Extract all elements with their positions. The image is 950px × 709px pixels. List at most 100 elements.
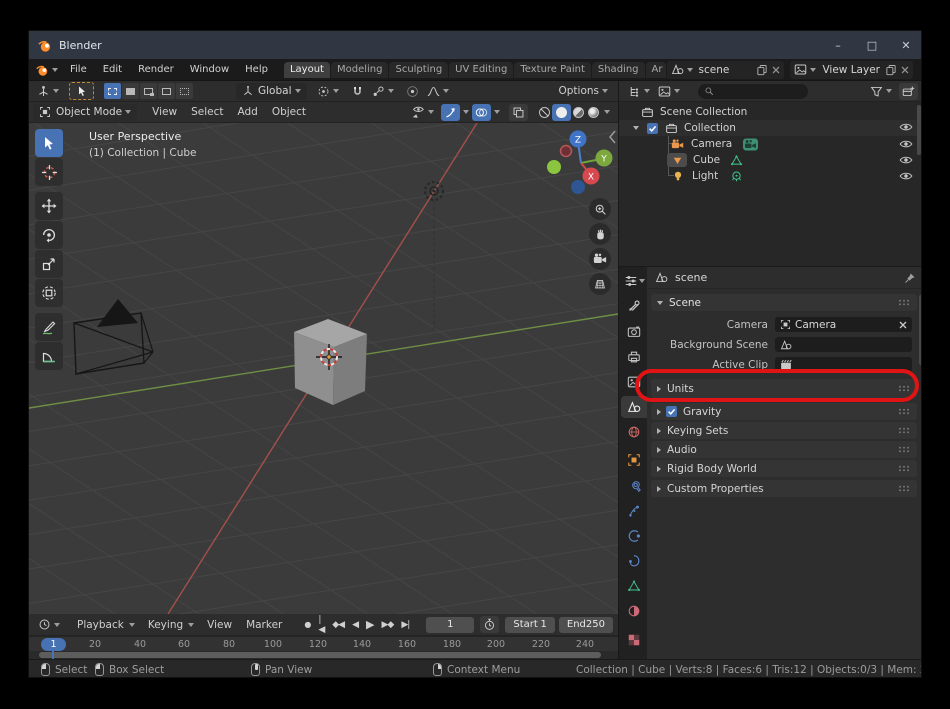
maximize-button[interactable]: □ (855, 39, 889, 52)
row-label[interactable]: Camera (691, 138, 732, 150)
select-mode-subtract-button[interactable] (140, 83, 157, 99)
hide-toggle[interactable] (899, 122, 913, 135)
jump-to-end-button[interactable]: ▶| (398, 620, 412, 630)
drag-handle-icon[interactable] (898, 446, 911, 453)
xray-toggle-button[interactable] (509, 104, 528, 121)
outliner-scrollbar[interactable] (917, 105, 921, 155)
hide-toggle[interactable] (899, 171, 913, 184)
tab-shading[interactable]: Shading (592, 62, 645, 78)
tab-physics[interactable] (623, 525, 645, 547)
panel-custom-properties[interactable]: Custom Properties (651, 480, 917, 497)
panel-scene[interactable]: Scene (651, 294, 917, 311)
background-scene-field[interactable] (775, 337, 912, 352)
tab-render[interactable] (623, 321, 645, 343)
prev-keyframe-button[interactable]: ◆◀ (329, 620, 347, 630)
remove-view-layer-icon[interactable] (901, 66, 909, 74)
drag-handle-icon[interactable] (898, 408, 911, 415)
select-mode-set-button[interactable] (104, 83, 121, 99)
tab-modifiers[interactable] (623, 475, 645, 497)
transform-orientation-dropdown[interactable]: Global (236, 83, 307, 100)
cube-object[interactable] (294, 319, 367, 405)
jump-to-start-button[interactable]: |◀ (315, 615, 327, 635)
tool-select-box[interactable] (35, 129, 63, 157)
proportional-falloff-dropdown[interactable] (423, 83, 453, 100)
panel-audio[interactable]: Audio (651, 441, 917, 458)
menu-window[interactable]: Window (182, 64, 237, 75)
tool-transform[interactable] (35, 279, 63, 307)
menu-render[interactable]: Render (130, 64, 182, 75)
outliner-row-cube[interactable]: Cube (619, 152, 922, 168)
gizmo-minus-y-ball[interactable] (547, 160, 561, 174)
scene-selector[interactable]: scene (667, 61, 785, 79)
new-view-layer-icon[interactable] (885, 64, 897, 76)
next-keyframe-button[interactable]: ▶◆ (379, 620, 397, 630)
menu-file[interactable]: File (62, 64, 95, 75)
tab-output[interactable] (623, 346, 645, 368)
end-frame-field[interactable]: End 250 (559, 617, 613, 633)
viewport-menu-view[interactable]: View (145, 106, 184, 118)
overlays-toggle-button[interactable] (472, 104, 491, 121)
outliner-search-input[interactable] (698, 84, 808, 99)
tab-particles[interactable] (623, 500, 645, 522)
tab-tool[interactable] (623, 295, 645, 317)
menu-help[interactable]: Help (237, 64, 276, 75)
row-label[interactable]: Collection (684, 122, 736, 134)
app-menu-button[interactable] (29, 63, 62, 77)
viewport-menu-add[interactable]: Add (230, 106, 264, 118)
playhead[interactable]: 1 (41, 638, 66, 651)
pan-view-button[interactable] (589, 223, 611, 245)
view-menu[interactable]: View (200, 619, 239, 631)
tool-measure[interactable] (35, 342, 63, 370)
select-mode-intersect-button[interactable] (176, 83, 193, 99)
tab-modeling[interactable]: Modeling (331, 62, 389, 78)
outliner-editor-type-button[interactable] (624, 83, 654, 100)
tab-object-data[interactable] (623, 575, 645, 597)
tab-world[interactable] (623, 421, 645, 443)
panel-gravity[interactable]: Gravity (651, 403, 917, 420)
gizmo-minus-x-ball[interactable] (561, 146, 572, 157)
camera-object[interactable] (74, 299, 153, 374)
prev-frame-button[interactable]: ◀ (349, 620, 361, 630)
gizmo-minus-z-ball[interactable] (571, 180, 585, 194)
row-label[interactable]: Light (692, 170, 718, 182)
tool-rotate[interactable] (35, 221, 63, 249)
row-label[interactable]: Scene Collection (660, 106, 747, 118)
shading-wireframe-button[interactable] (537, 104, 552, 121)
unlink-scene-icon[interactable] (772, 66, 780, 74)
active-clip-field[interactable] (775, 357, 912, 372)
marker-menu[interactable]: Marker (239, 619, 289, 631)
properties-editor-type-button[interactable] (623, 270, 645, 292)
drag-handle-icon[interactable] (898, 385, 911, 392)
panel-units[interactable]: Units (651, 379, 917, 398)
outliner-row-scene-collection[interactable]: Scene Collection (619, 104, 922, 120)
playback-menu[interactable]: Playback (70, 619, 135, 631)
tool-cursor[interactable] (35, 158, 63, 186)
viewport-menu-select[interactable]: Select (184, 106, 230, 118)
scene-name[interactable]: scene (699, 64, 757, 76)
mode-dropdown[interactable]: Object Mode (33, 104, 137, 121)
outliner-row-collection[interactable]: Collection (619, 120, 922, 136)
camera-field[interactable]: Camera (775, 317, 912, 332)
tab-animation-clipped[interactable]: Ar (646, 62, 666, 78)
tab-view-layer[interactable] (623, 371, 645, 393)
gizmos-toggle-button[interactable] (441, 104, 460, 121)
select-mode-extend-button[interactable] (122, 83, 139, 99)
tab-texture[interactable] (623, 629, 645, 651)
tab-object[interactable] (623, 449, 645, 471)
timeline-editor-type-button[interactable] (34, 616, 64, 633)
drag-handle-icon[interactable] (898, 485, 911, 492)
row-label[interactable]: Cube (693, 154, 720, 166)
tool-move[interactable] (35, 192, 63, 220)
new-collection-button[interactable] (899, 83, 918, 100)
menu-edit[interactable]: Edit (95, 64, 130, 75)
view-layer-name[interactable]: View Layer (822, 64, 885, 76)
breadcrumb-scene-name[interactable]: scene (675, 271, 707, 284)
tab-scene[interactable] (621, 396, 647, 418)
sidebar-collapse-icon[interactable] (610, 131, 615, 143)
tool-scale[interactable] (35, 250, 63, 278)
tab-layout[interactable]: Layout (284, 62, 330, 78)
proportional-editing-button[interactable] (402, 83, 423, 100)
pivot-point-dropdown[interactable] (313, 83, 343, 100)
shading-solid-button[interactable] (552, 104, 571, 121)
close-button[interactable]: ✕ (889, 39, 922, 52)
